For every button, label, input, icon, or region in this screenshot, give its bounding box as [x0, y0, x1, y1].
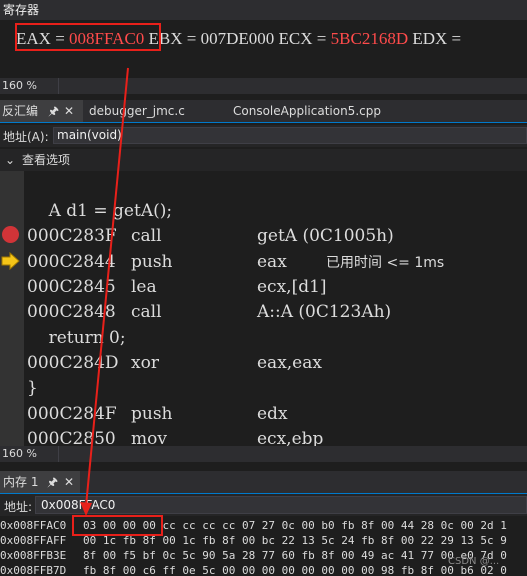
watermark: CSDN @...	[448, 556, 500, 567]
annotation-arrow	[80, 67, 129, 516]
